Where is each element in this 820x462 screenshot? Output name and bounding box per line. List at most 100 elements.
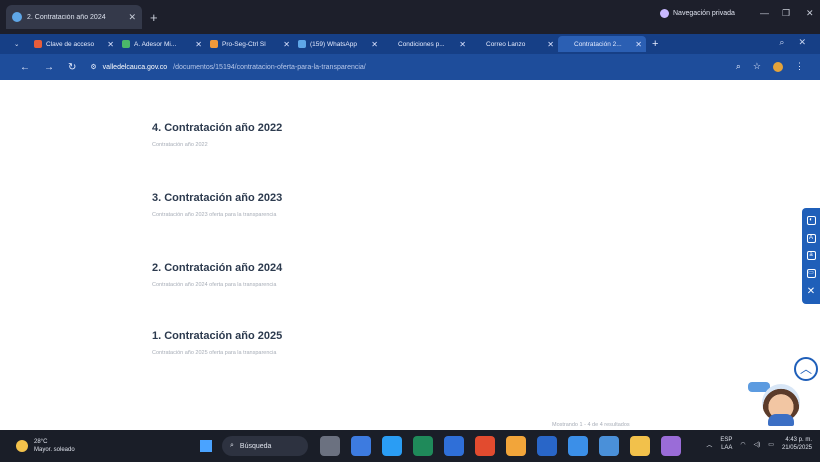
- list-item-title[interactable]: 1. Contratación año 2025: [152, 330, 282, 342]
- clock[interactable]: 4:43 p. m. 21/05/2025: [782, 436, 812, 452]
- back-arrow-icon[interactable]: ←: [20, 62, 30, 73]
- forward-arrow-icon[interactable]: →: [44, 62, 54, 73]
- maximize-icon[interactable]: ❐: [782, 8, 790, 19]
- taskbar-search-label: Búsqueda: [239, 442, 272, 450]
- close-icon[interactable]: ✕: [547, 40, 554, 49]
- new-tab-icon[interactable]: +: [652, 38, 658, 50]
- app-icon[interactable]: [351, 436, 371, 456]
- app-icon[interactable]: [475, 436, 495, 456]
- menu-icon[interactable]: ⋮: [795, 61, 804, 72]
- app-icon[interactable]: [537, 436, 557, 456]
- app-icon[interactable]: [382, 436, 402, 456]
- list-item-description: Contratación año 2025 oferta para la tra…: [152, 350, 277, 356]
- tray-overflow-icon[interactable]: ︿: [706, 440, 712, 449]
- minimize-icon[interactable]: —: [760, 8, 769, 18]
- window-tab-title: 2. Contratación año 2024: [27, 13, 106, 21]
- tab-strip-controls: ⌕ ✕: [779, 37, 806, 48]
- whatsapp-icon: [298, 40, 306, 48]
- accessibility-toolbar: ◐ A a ▭ ✕: [802, 208, 820, 304]
- close-icon[interactable]: ✕: [635, 40, 642, 49]
- private-browsing-indicator[interactable]: Navegación privada: [660, 9, 735, 18]
- url-path: /documentos/15194/contratacion-oferta-pa…: [173, 63, 366, 71]
- browser-tab-active[interactable]: Contratación 2... ✕: [558, 36, 646, 52]
- tab-favicon-icon: [386, 40, 394, 48]
- close-icon[interactable]: ✕: [195, 40, 202, 49]
- chat-assistant-avatar[interactable]: [748, 378, 808, 428]
- clock-time: 4:43 p. m.: [785, 437, 812, 443]
- list-item-title[interactable]: 4. Contratación año 2022: [152, 122, 282, 134]
- browser-tab-label: A. Adesor Mi...: [134, 40, 177, 48]
- weather-widget[interactable]: 28°C Mayor. soleado: [16, 438, 75, 454]
- language-indicator[interactable]: ESP LAA: [720, 436, 732, 452]
- close-icon[interactable]: ✕: [283, 40, 290, 49]
- results-count: Mostrando 1 - 4 de 4 resultados: [552, 422, 630, 428]
- windows-start-icon[interactable]: [200, 440, 212, 452]
- browser-tab[interactable]: Correo Lanzo ✕: [470, 36, 558, 52]
- toolbar-actions: ⌕ ☆ ⋮: [736, 61, 804, 72]
- screen-reader-icon[interactable]: ▭: [806, 269, 816, 279]
- volume-icon[interactable]: ◁): [754, 441, 761, 448]
- contrast-icon[interactable]: ◐: [806, 216, 816, 226]
- list-item-title[interactable]: 2. Contratación año 2024: [152, 262, 282, 274]
- tab-search-icon[interactable]: ⌕: [779, 37, 784, 48]
- private-browsing-label: Navegación privada: [673, 10, 735, 17]
- tab-favicon-icon: [122, 40, 130, 48]
- site-info-icon[interactable]: ⚙: [90, 63, 96, 71]
- app-icon[interactable]: [506, 436, 526, 456]
- app-icon[interactable]: [661, 436, 681, 456]
- browser-tab-label: Clave de acceso: [46, 40, 95, 48]
- url-host: valledelcauca.gov.co: [102, 63, 168, 71]
- list-item-description: Contratación año 2022: [152, 142, 208, 148]
- browser-tab[interactable]: A. Adesor Mi... ✕: [118, 36, 206, 52]
- app-icon[interactable]: [444, 436, 464, 456]
- incognito-icon: [660, 9, 669, 18]
- taskbar-search[interactable]: ⌕ Búsqueda: [222, 436, 308, 456]
- app-icon[interactable]: [568, 436, 588, 456]
- window-tab[interactable]: 2. Contratación año 2024 ✕: [6, 5, 142, 29]
- app-icon[interactable]: [599, 436, 619, 456]
- address-bar[interactable]: ⚙ valledelcauca.gov.co/documentos/15194/…: [90, 58, 810, 76]
- bookmark-star-icon[interactable]: ☆: [753, 61, 761, 72]
- page-content: 4. Contratación año 2022 Contratación añ…: [0, 80, 820, 430]
- tab-favicon-icon: [562, 40, 570, 48]
- tab-favicon-icon: [12, 12, 22, 22]
- close-icon[interactable]: ✕: [371, 40, 378, 49]
- list-item[interactable]: 1. Contratación año 2025 Contratación añ…: [152, 330, 282, 356]
- weather-icon: [16, 440, 28, 452]
- list-item-description: Contratación año 2023 oferta para la tra…: [152, 212, 277, 218]
- new-tab-icon[interactable]: +: [150, 10, 158, 25]
- battery-icon[interactable]: ▭: [768, 441, 774, 448]
- browser-tab-label: (159) WhatsApp: [310, 40, 357, 48]
- overflow-icon[interactable]: ✕: [798, 37, 806, 48]
- weather-desc: Mayor. soleado: [34, 447, 75, 453]
- list-item-title[interactable]: 3. Contratación año 2023: [152, 192, 282, 204]
- app-icon[interactable]: [413, 436, 433, 456]
- list-item[interactable]: 3. Contratación año 2023 Contratación añ…: [152, 192, 282, 218]
- list-item[interactable]: 4. Contratación año 2022 Contratación añ…: [152, 122, 282, 148]
- app-icon[interactable]: [630, 436, 650, 456]
- close-icon[interactable]: ✕: [807, 286, 816, 296]
- search-icon[interactable]: ⌕: [736, 61, 741, 72]
- font-decrease-icon[interactable]: a: [806, 251, 816, 261]
- close-icon[interactable]: ✕: [128, 12, 136, 23]
- browser-tab[interactable]: (159) WhatsApp ✕: [294, 36, 382, 52]
- browser-tab-label: Pro-Seg-Ctrl Sl: [222, 40, 266, 48]
- extension-icon[interactable]: [773, 61, 783, 72]
- tab-strip: ⌄ Clave de acceso ✕ A. Adesor Mi... ✕ Pr…: [0, 34, 820, 54]
- window-close-icon[interactable]: ✕: [806, 8, 814, 19]
- reload-icon[interactable]: ↻: [68, 62, 76, 73]
- browser-tab[interactable]: Pro-Seg-Ctrl Sl ✕: [206, 36, 294, 52]
- tab-list-dropdown-icon[interactable]: ⌄: [10, 36, 30, 52]
- close-icon[interactable]: ✕: [107, 40, 114, 49]
- taskbar-apps: [320, 436, 681, 456]
- list-item-description: Contratación año 2024 oferta para la tra…: [152, 282, 277, 288]
- app-icon[interactable]: [320, 436, 340, 456]
- font-size-icon[interactable]: A: [806, 233, 816, 243]
- browser-tab[interactable]: Clave de acceso ✕: [30, 36, 118, 52]
- browser-tab-label: Condiciones p...: [398, 40, 445, 48]
- clock-date: 21/05/2025: [781, 445, 812, 451]
- browser-tab[interactable]: Condiciones p... ✕: [382, 36, 470, 52]
- close-icon[interactable]: ✕: [459, 40, 466, 49]
- wifi-icon[interactable]: ◠: [740, 441, 745, 448]
- list-item[interactable]: 2. Contratación año 2024 Contratación añ…: [152, 262, 282, 288]
